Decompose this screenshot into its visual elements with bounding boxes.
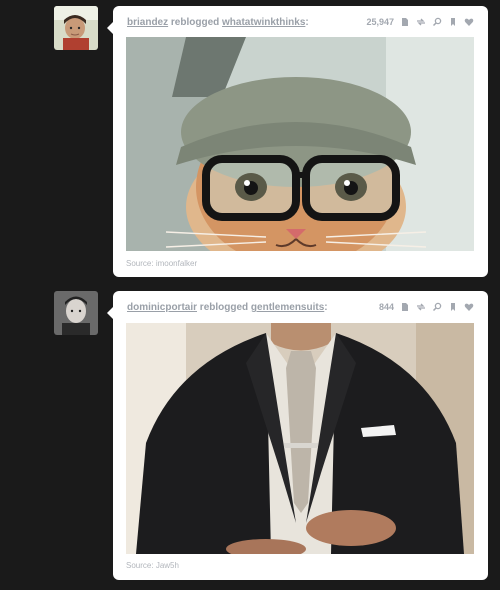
- username-link[interactable]: dominicportair: [127, 302, 197, 313]
- post-card: dominicportair reblogged gentlemensuits:…: [107, 291, 488, 580]
- post-meta: 25,947: [366, 17, 474, 27]
- reblog-action-text: reblogged: [170, 17, 220, 28]
- post-meta: 844: [379, 302, 474, 312]
- source-label: Source:: [126, 259, 154, 268]
- reblog-action-text: reblogged: [199, 302, 249, 313]
- heart-icon[interactable]: [464, 17, 474, 27]
- header-punct: :: [324, 302, 328, 313]
- notes-icon[interactable]: [400, 302, 410, 312]
- source-label: Source:: [126, 561, 154, 570]
- search-icon[interactable]: [432, 17, 442, 27]
- username-link[interactable]: briandez: [127, 17, 168, 28]
- note-count[interactable]: 25,947: [366, 17, 394, 27]
- heart-icon[interactable]: [464, 302, 474, 312]
- reblog-source-link[interactable]: whatatwinkthinks: [222, 17, 305, 28]
- bookmark-icon[interactable]: [448, 302, 458, 312]
- reblog-icon[interactable]: [416, 17, 426, 27]
- bookmark-icon[interactable]: [448, 17, 458, 27]
- header-punct: :: [305, 17, 309, 28]
- avatar-briandez[interactable]: [54, 6, 98, 50]
- post-source: Source: Jaw5h: [126, 561, 179, 570]
- post-source: Source: imoonfalker: [126, 259, 197, 268]
- post-photo[interactable]: [126, 323, 474, 554]
- reblog-source-link[interactable]: gentlemensuits: [251, 302, 324, 313]
- note-count[interactable]: 844: [379, 302, 394, 312]
- source-link[interactable]: Jaw5h: [156, 561, 179, 570]
- post-card: briandez reblogged whatatwinkthinks: 25,…: [107, 6, 488, 277]
- notes-icon[interactable]: [400, 17, 410, 27]
- avatar-dominicportair[interactable]: [54, 291, 98, 335]
- post-header: dominicportair reblogged gentlemensuits:…: [127, 302, 474, 318]
- search-icon[interactable]: [432, 302, 442, 312]
- source-link[interactable]: imoonfalker: [156, 259, 197, 268]
- post-photo[interactable]: [126, 37, 474, 251]
- post-header: briandez reblogged whatatwinkthinks: 25,…: [127, 17, 474, 33]
- reblog-icon[interactable]: [416, 302, 426, 312]
